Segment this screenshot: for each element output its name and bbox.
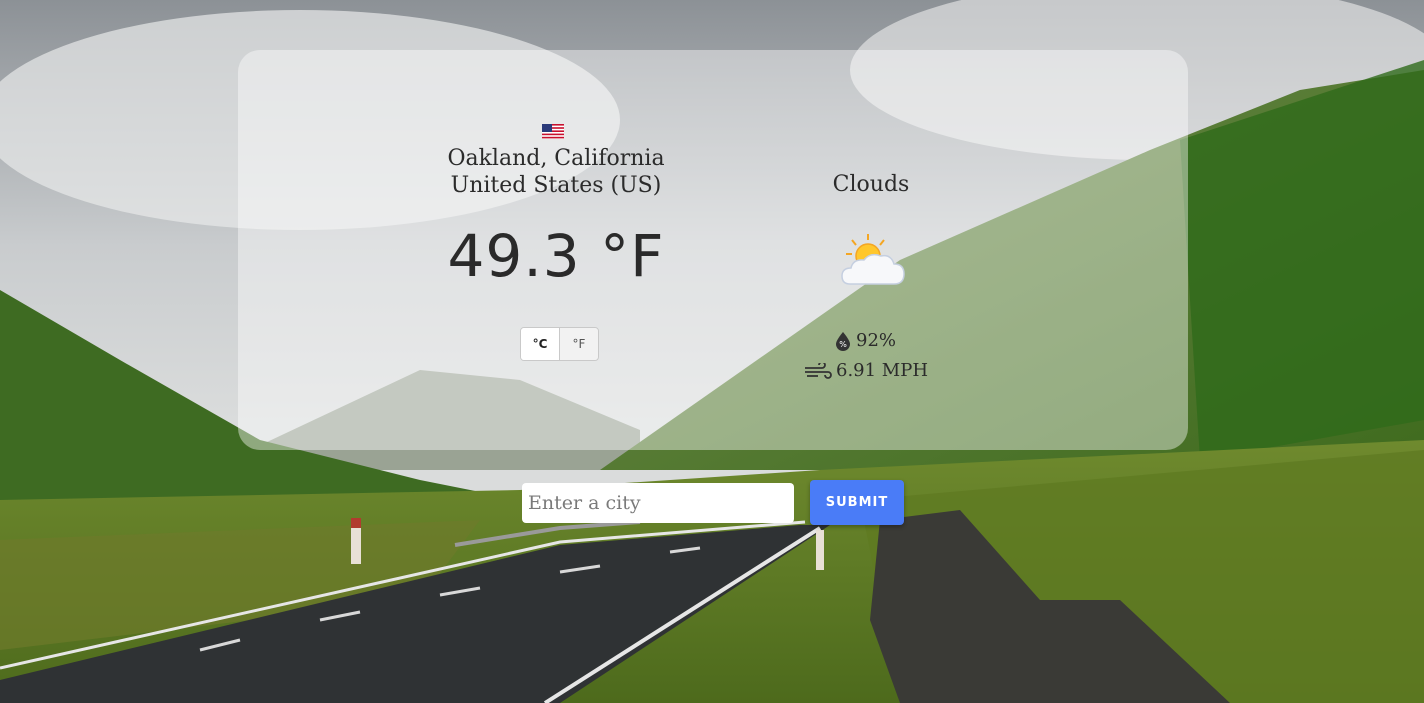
celsius-button[interactable]: °C — [521, 328, 559, 360]
location-panel: Oakland, California United States (US) 4… — [238, 50, 870, 450]
fahrenheit-button[interactable]: °F — [559, 328, 598, 360]
country-name: United States (US) — [450, 173, 662, 198]
unit-toggle: °C °F — [520, 327, 599, 361]
temperature-readout: 49.3 °F — [447, 222, 665, 290]
submit-button[interactable]: SUBMIT — [810, 480, 904, 525]
wind-icon — [805, 362, 832, 379]
city-search-input[interactable] — [522, 483, 794, 523]
location-name: Oakland, California United States (US) — [346, 145, 766, 199]
us-flag-icon — [542, 124, 564, 139]
weather-condition: Clouds — [832, 172, 910, 197]
weather-card: Oakland, California United States (US) 4… — [238, 50, 1188, 450]
humidity-drop-icon: % — [836, 331, 850, 351]
city-name: Oakland, California — [447, 146, 665, 171]
humidity-value: 92% — [856, 330, 897, 351]
humidity-readout: % 92% — [834, 330, 896, 351]
svg-text:%: % — [839, 340, 847, 349]
wind-value: 6.91 MPH — [836, 360, 929, 381]
sun-behind-cloud-icon — [841, 234, 905, 285]
wind-readout: 6.91 MPH — [804, 360, 928, 381]
